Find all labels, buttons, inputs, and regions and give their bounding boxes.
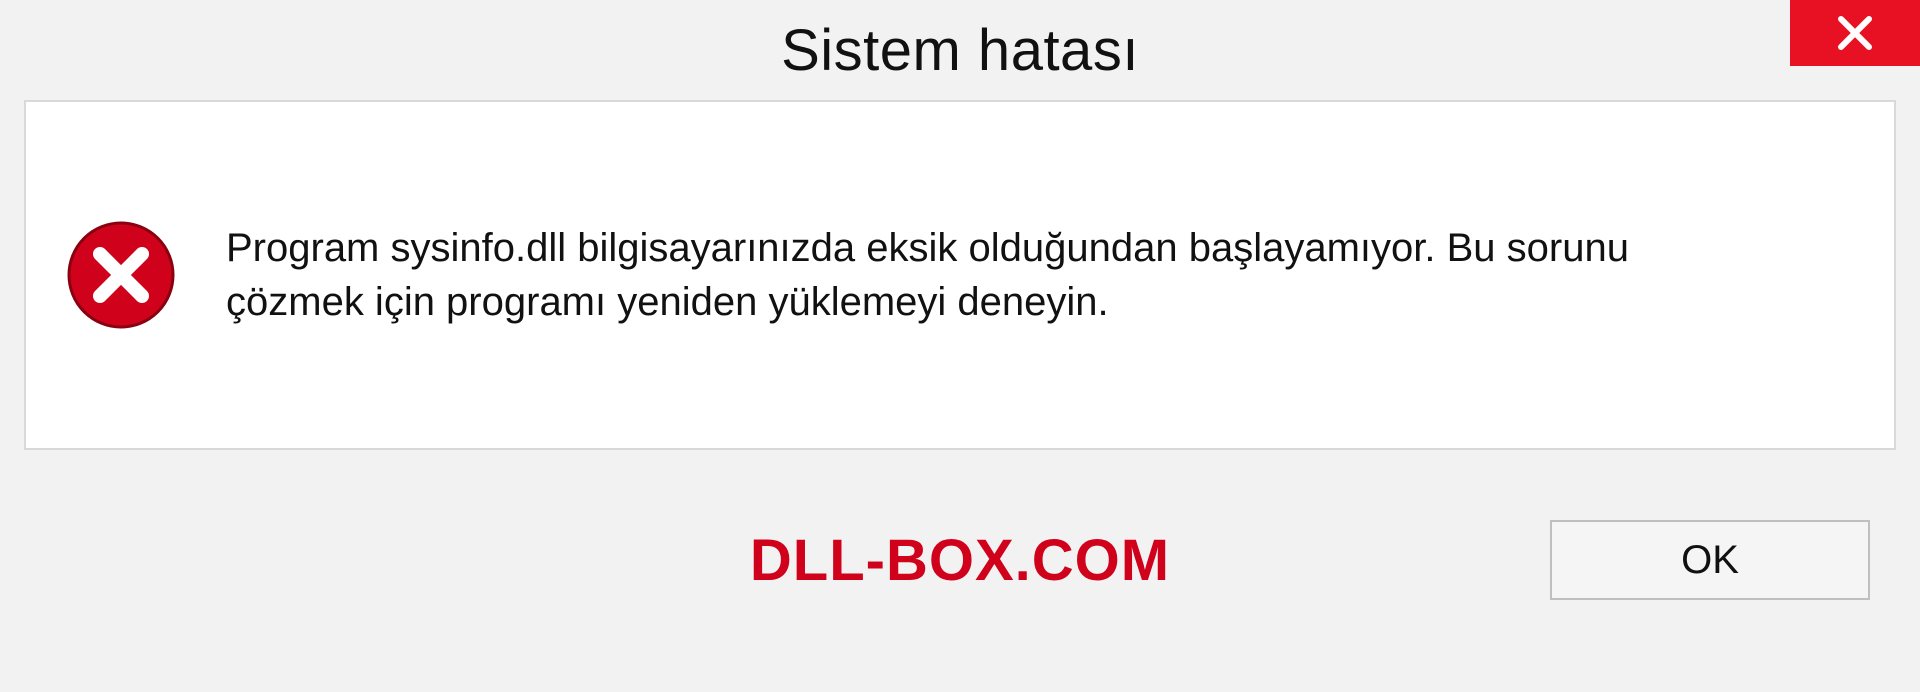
brand-watermark: DLL-BOX.COM [750,527,1170,594]
content-panel: Program sysinfo.dll bilgisayarınızda eks… [24,100,1896,450]
ok-button[interactable]: OK [1550,520,1870,600]
title-bar: Sistem hatası [0,0,1920,100]
dialog-title: Sistem hatası [781,17,1139,84]
close-button[interactable] [1790,0,1920,66]
close-icon [1835,13,1875,53]
error-message: Program sysinfo.dll bilgisayarınızda eks… [226,221,1746,329]
error-dialog: Sistem hatası Program sysinfo.dll bilgis… [0,0,1920,692]
error-icon [66,220,176,330]
dialog-footer: DLL-BOX.COM OK [0,450,1920,670]
